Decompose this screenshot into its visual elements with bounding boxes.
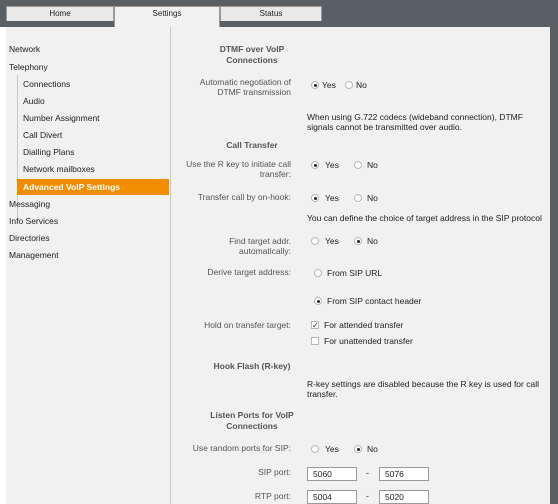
find-target-yes-radio[interactable] xyxy=(311,237,319,245)
find-target-yes-label: Yes xyxy=(325,236,339,246)
tab-home[interactable]: Home xyxy=(6,6,114,21)
settings-panel: DTMF over VoIP Connections Automatic neg… xyxy=(171,27,550,504)
label-find-target: Find target addr. xyxy=(229,236,291,246)
sidebar-item-advanced-voip-settings[interactable]: Advanced VoIP Settings xyxy=(17,179,169,195)
label-rtp-port: RTP port: xyxy=(254,491,291,501)
onhook-no-radio[interactable] xyxy=(354,194,362,202)
label-sip-port: SIP port: xyxy=(258,467,291,477)
label-hold-on-transfer: Hold on transfer target: xyxy=(204,320,291,330)
dtmf-note-line2: signals cannot be transmitted over audio… xyxy=(307,122,462,132)
top-tab-bar: Home Settings Status xyxy=(0,0,558,28)
sidebar-item-call-divert[interactable]: Call Divert xyxy=(23,130,62,140)
sidebar-item-management[interactable]: Management xyxy=(9,250,59,260)
rtp-port-from-input[interactable]: 5004 xyxy=(307,490,357,504)
rtp-port-to-input[interactable]: 5020 xyxy=(379,490,429,504)
label-transfer-on-hook: Transfer call by on-hook: xyxy=(197,192,291,202)
onhook-yes-label: Yes xyxy=(325,193,339,203)
derive-sip-url-label: From SIP URL xyxy=(327,268,383,278)
tab-settings[interactable]: Settings xyxy=(114,6,220,28)
unattended-transfer-label: For unattended transfer xyxy=(324,336,413,346)
rkey-yes-label: Yes xyxy=(325,160,339,170)
rkey-yes-radio[interactable] xyxy=(311,161,319,169)
onhook-yes-radio[interactable] xyxy=(311,194,319,202)
sidebar-item-label: Advanced VoIP Settings xyxy=(23,182,120,192)
random-ports-no-radio[interactable] xyxy=(354,445,362,453)
sidebar-item-directories[interactable]: Directories xyxy=(9,233,50,243)
derive-sip-url-radio[interactable] xyxy=(314,269,322,277)
sip-port-from-input[interactable]: 5060 xyxy=(307,467,357,481)
label-random-ports: Use random ports for SIP: xyxy=(192,443,291,453)
label-derive-target: Derive target address: xyxy=(207,267,291,277)
section-header-hook-flash: Hook Flash (R-key) xyxy=(213,361,291,371)
tab-status[interactable]: Status xyxy=(220,6,322,21)
sidebar-nav: Network Telephony Connections Audio Numb… xyxy=(6,27,171,504)
dtmf-no-radio[interactable] xyxy=(345,81,353,89)
sip-port-separator: - xyxy=(366,468,369,478)
hook-flash-note-line2: transfer. xyxy=(307,389,338,399)
unattended-transfer-checkbox[interactable] xyxy=(311,337,319,345)
random-ports-yes-label: Yes xyxy=(325,444,339,454)
rkey-no-label: No xyxy=(367,160,378,170)
sidebar-item-info-services[interactable]: Info Services xyxy=(9,216,58,226)
derive-contact-header-radio[interactable] xyxy=(314,297,322,305)
section-header-dtmf: DTMF over VoIP xyxy=(219,44,285,54)
section-header-call-transfer: Call Transfer xyxy=(226,140,278,150)
dtmf-yes-radio[interactable] xyxy=(311,81,319,89)
section-header-dtmf-line2: Connections xyxy=(226,55,278,65)
hook-flash-note: R-key settings are disabled because the … xyxy=(307,379,539,389)
onhook-no-label: No xyxy=(367,193,378,203)
sidebar-item-telephony[interactable]: Telephony xyxy=(9,62,48,72)
find-target-no-radio[interactable] xyxy=(354,237,362,245)
rkey-no-radio[interactable] xyxy=(354,161,362,169)
attended-transfer-checkbox[interactable]: ✓ xyxy=(311,321,319,330)
sidebar-item-number-assignment[interactable]: Number Assignment xyxy=(23,113,100,123)
sidebar-item-audio[interactable]: Audio xyxy=(23,96,45,106)
dtmf-no-label: No xyxy=(356,80,367,90)
transfer-note: You can define the choice of target addr… xyxy=(307,213,542,223)
random-ports-yes-radio[interactable] xyxy=(311,445,319,453)
right-edge-bar xyxy=(550,27,558,504)
dtmf-note: When using G.722 codecs (wideband connec… xyxy=(307,112,523,122)
section-header-listen-ports-line2: Connections xyxy=(226,421,278,431)
label-auto-negotiation: Automatic negotiation of xyxy=(199,77,291,87)
sidebar-item-messaging[interactable]: Messaging xyxy=(9,199,50,209)
dtmf-yes-label: Yes xyxy=(322,80,336,90)
sidebar-item-network-mailboxes[interactable]: Network mailboxes xyxy=(23,164,95,174)
label-auto-negotiation-line2: DTMF transmission xyxy=(217,87,291,97)
attended-transfer-label: For attended transfer xyxy=(324,320,404,330)
label-rkey-transfer-line2: transfer: xyxy=(259,169,291,179)
label-rkey-transfer: Use the R key to initiate call xyxy=(186,159,291,169)
sip-port-to-input[interactable]: 5076 xyxy=(379,467,429,481)
random-ports-no-label: No xyxy=(367,444,378,454)
find-target-no-label: No xyxy=(367,236,378,246)
section-header-listen-ports: Listen Ports for VoIP xyxy=(210,410,294,420)
label-find-target-line2: automatically: xyxy=(239,246,291,256)
sidebar-item-dialling-plans[interactable]: Dialling Plans xyxy=(23,147,75,157)
sidebar-item-connections[interactable]: Connections xyxy=(23,79,70,89)
rtp-port-separator: - xyxy=(366,491,369,501)
derive-contact-header-label: From SIP contact header xyxy=(327,296,422,306)
sidebar-item-network[interactable]: Network xyxy=(9,44,40,54)
